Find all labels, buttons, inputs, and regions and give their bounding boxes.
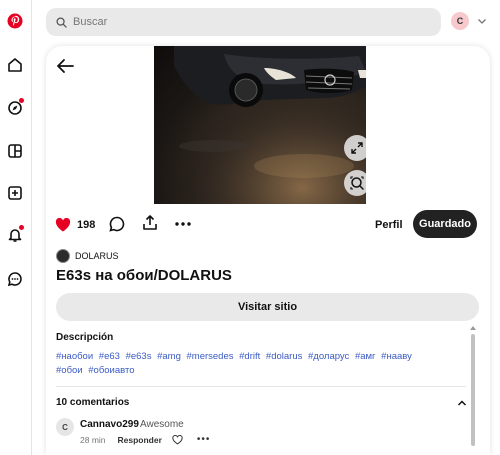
comment-like-icon[interactable]	[172, 434, 183, 445]
pin-title: E63s на обои/DOLARUS	[56, 267, 232, 284]
expand-icon	[351, 142, 363, 154]
chevron-down-icon[interactable]	[476, 15, 488, 27]
commenter-name[interactable]: Cannavo299	[80, 419, 139, 430]
scrollbar[interactable]	[470, 326, 476, 455]
pin-details-scroll: Descripción #наобои #e63 #e63s #amg #mer…	[46, 326, 490, 455]
like-button[interactable]	[54, 216, 72, 234]
saved-button[interactable]: Guardado	[413, 210, 477, 238]
notifications-icon[interactable]	[4, 224, 26, 246]
expand-button[interactable]	[344, 135, 366, 161]
pinterest-logo[interactable]	[4, 10, 26, 32]
comment-meta: 28 min Responder •••	[80, 434, 210, 445]
comment-button[interactable]	[108, 215, 126, 233]
tag-link[interactable]: #наобои	[56, 351, 93, 362]
tag-link[interactable]: #dolarus	[266, 351, 302, 362]
more-options-button[interactable]	[174, 215, 192, 233]
back-arrow-icon[interactable]	[56, 58, 74, 74]
pin-card: 198 Perfil Guardado DOLARUS E63s на обои…	[46, 46, 490, 455]
tag-link[interactable]: #e63s	[126, 351, 152, 362]
messages-icon[interactable]	[4, 268, 26, 290]
more-icon	[175, 222, 191, 226]
likes-count: 198	[77, 219, 96, 231]
scroll-up-arrow[interactable]	[470, 326, 476, 330]
tag-link[interactable]: #нааву	[381, 351, 412, 362]
explore-icon[interactable]	[4, 97, 26, 119]
tag-link[interactable]: #доларус	[308, 351, 349, 362]
comment-more-icon[interactable]: •••	[197, 434, 211, 445]
commenter-avatar[interactable]: C	[56, 418, 74, 436]
comment-text: Awesome	[140, 419, 184, 430]
home-icon[interactable]	[4, 54, 26, 76]
tag-link[interactable]: #амг	[355, 351, 376, 362]
search-bar[interactable]	[46, 8, 441, 36]
pin-owner[interactable]: DOLARUS	[56, 249, 119, 263]
create-icon[interactable]	[4, 182, 26, 204]
tag-link[interactable]: #mersedes	[187, 351, 234, 362]
reply-button[interactable]: Responder	[118, 435, 162, 445]
pin-image[interactable]	[154, 46, 366, 204]
comments-heading: 10 comentarios	[56, 397, 130, 408]
car-photo	[154, 46, 366, 204]
description-tags: #наобои #e63 #e63s #amg #mersedes #drift…	[56, 350, 446, 378]
chevron-up-icon[interactable]	[456, 397, 468, 409]
heart-icon	[55, 218, 71, 232]
search-icon	[56, 16, 67, 28]
scrollbar-thumb[interactable]	[471, 334, 475, 446]
owner-avatar[interactable]	[56, 249, 70, 263]
share-icon	[143, 215, 157, 230]
left-nav-rail	[0, 0, 32, 455]
divider	[56, 386, 466, 387]
boards-icon[interactable]	[4, 140, 26, 162]
explore-notification-dot	[19, 98, 24, 103]
description-heading: Descripción	[56, 332, 114, 343]
tag-link[interactable]: #drift	[239, 351, 260, 362]
comment-time: 28 min	[80, 434, 106, 445]
search-input[interactable]	[73, 16, 413, 28]
tag-link[interactable]: #e63	[99, 351, 120, 362]
share-button[interactable]	[141, 214, 159, 232]
visual-search-icon	[350, 176, 364, 190]
owner-name[interactable]: DOLARUS	[75, 251, 119, 261]
tag-link[interactable]: #обои	[56, 365, 83, 376]
notifications-dot	[19, 225, 24, 230]
comment-icon	[109, 216, 125, 232]
tag-link[interactable]: #amg	[157, 351, 181, 362]
tag-link[interactable]: #обоиавто	[88, 365, 134, 376]
visit-site-button[interactable]: Visitar sitio	[56, 293, 479, 321]
profile-link[interactable]: Perfil	[375, 219, 403, 231]
visual-search-button[interactable]	[344, 170, 366, 196]
account-avatar[interactable]: C	[451, 12, 469, 30]
